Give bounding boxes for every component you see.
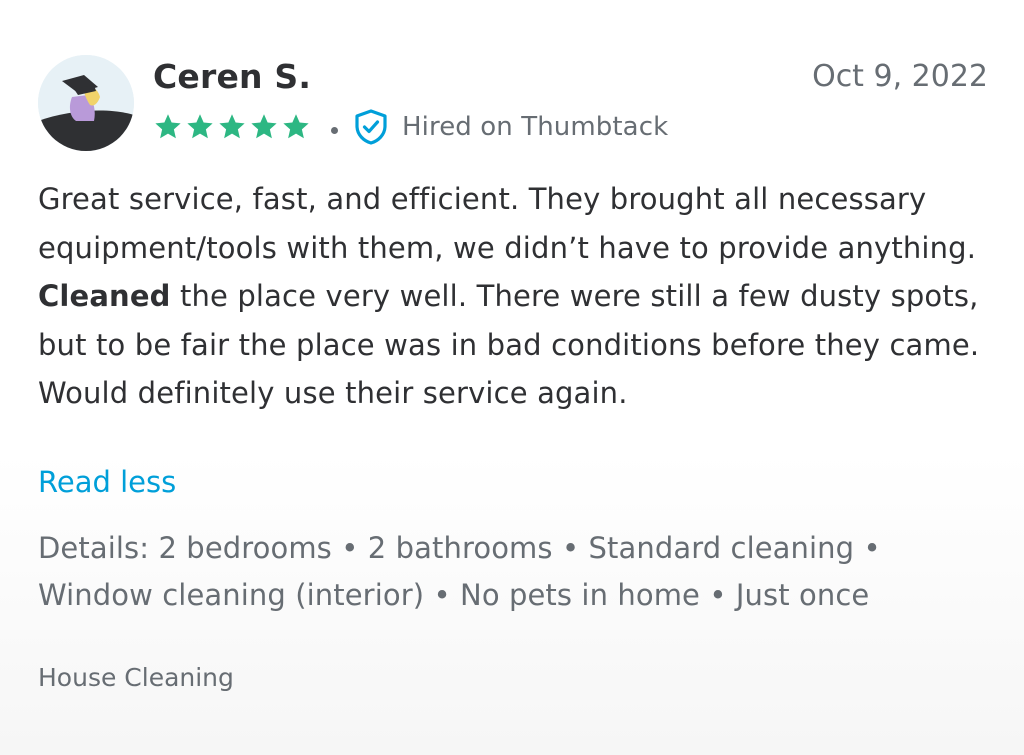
read-less-link[interactable]: Read less	[38, 458, 176, 506]
review-date: Oct 9, 2022	[812, 59, 988, 94]
details-prefix: Details:	[38, 531, 150, 565]
avatar-illustration	[38, 55, 134, 151]
star-icon	[155, 114, 181, 139]
review-meta: Hired on Thumbtack	[153, 107, 668, 147]
shield-check-icon	[355, 109, 387, 145]
reviewer-name: Ceren S.	[153, 57, 312, 96]
detail-separator: •	[341, 531, 359, 565]
page: Ceren S. Oct 9, 2022 Hired on Thumbtack …	[0, 0, 1024, 755]
hired-on-thumbtack-label: Hired on Thumbtack	[402, 112, 669, 142]
star-icon	[283, 114, 309, 139]
review-text: Great service, fast, and efficient. They…	[38, 175, 988, 418]
detail-separator: •	[561, 531, 580, 565]
separator-dot	[331, 126, 338, 134]
detail-item: No pets in home	[460, 578, 701, 612]
star-icon	[219, 114, 245, 139]
avatar[interactable]	[38, 55, 134, 151]
review-text-bold: Cleaned	[38, 279, 171, 313]
detail-item: 2 bathrooms	[367, 531, 553, 565]
star-rating	[153, 112, 311, 142]
detail-item: Window cleaning (interior)	[38, 578, 425, 612]
detail-separator: •	[433, 578, 451, 612]
star-icon	[187, 114, 213, 139]
detail-item: Just once	[735, 578, 870, 612]
detail-item: 2 bedrooms	[158, 531, 332, 565]
detail-item: Standard cleaning	[588, 531, 855, 565]
detail-separator: •	[863, 531, 881, 565]
service-category: House Cleaning	[38, 663, 234, 692]
detail-separator: •	[709, 578, 727, 612]
review-text-part: the place very well. There were still a …	[38, 279, 980, 410]
review-text-part: Great service, fast, and efficient. They…	[38, 182, 977, 265]
star-icon	[251, 114, 277, 139]
review-details: Details: 2 bedrooms • 2 bathrooms • Stan…	[38, 525, 988, 619]
